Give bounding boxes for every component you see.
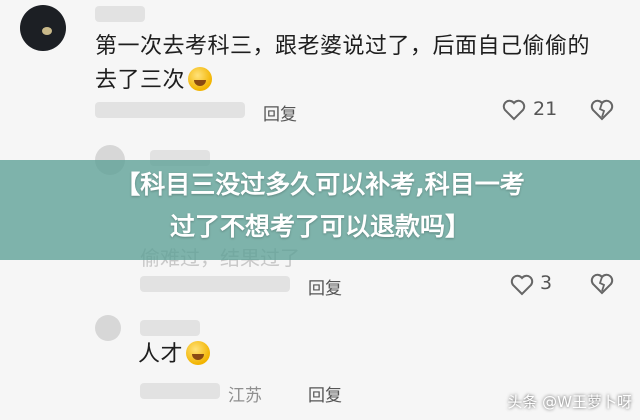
heart-icon[interactable] [510, 274, 534, 296]
comment-meta [140, 276, 290, 292]
like-count: 21 [533, 98, 558, 120]
reply-button[interactable]: 回复 [263, 100, 297, 125]
dislike-icon[interactable] [590, 98, 614, 122]
username[interactable] [140, 320, 200, 336]
title-banner: 【科目三没过多久可以补考,科目一考 过了不想考了可以退款吗】 [0, 160, 640, 260]
avatar[interactable] [20, 5, 66, 51]
laughing-emoji-icon [186, 341, 211, 365]
watermark: 头条 @W王萝卜呀 [507, 393, 632, 411]
comment-text: 人才 [138, 338, 211, 372]
avatar[interactable] [95, 315, 121, 341]
comment-date [140, 383, 220, 399]
banner-title: 【科目三没过多久可以补考,科目一考 过了不想考了可以退款吗】 [115, 170, 525, 241]
laughing-emoji-icon [188, 67, 213, 91]
comment-meta [95, 102, 245, 118]
comment-text: 第一次去考科三，跟老婆说过了，后面自己偷偷的 去了三次 [95, 34, 591, 93]
dislike-icon[interactable] [590, 272, 614, 296]
reply-button[interactable]: 回复 [308, 381, 342, 406]
username[interactable] [95, 6, 145, 22]
reply-button[interactable]: 回复 [308, 274, 342, 299]
like-count: 3 [540, 272, 553, 294]
comment-thread-screenshot: 第一次去考科三，跟老婆说过了，后面自己偷偷的 去了三次 回复 21 偷难过，结果… [0, 0, 640, 420]
heart-icon[interactable] [502, 99, 526, 121]
location-label: 江苏 [228, 386, 262, 406]
